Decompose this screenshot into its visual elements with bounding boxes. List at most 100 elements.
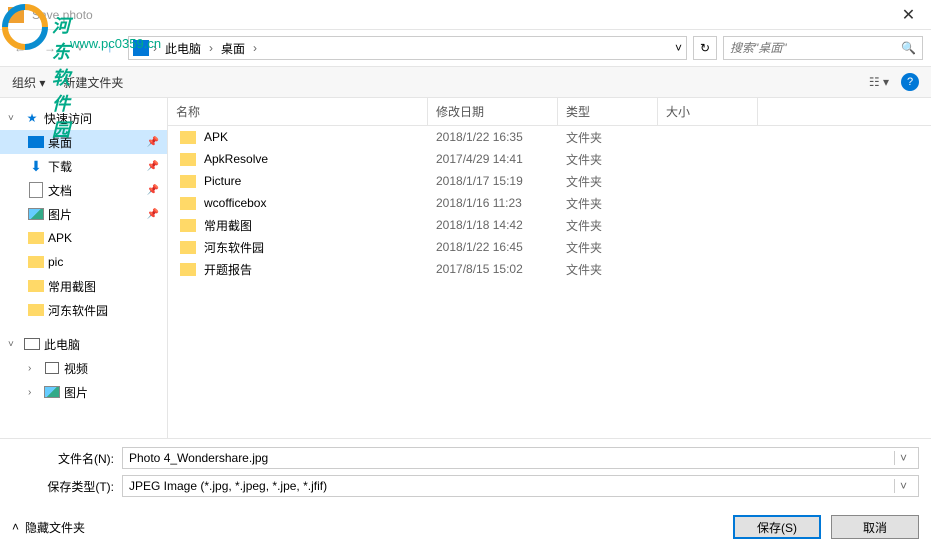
chevron-right-icon[interactable]: › (253, 41, 257, 55)
sidebar-item-screenshots[interactable]: 常用截图 (0, 274, 167, 298)
dropdown-icon[interactable]: ˅ (894, 451, 912, 465)
sidebar-item-hedong[interactable]: 河东软件园 (0, 298, 167, 322)
pin-icon: 📌 (147, 161, 159, 172)
column-size[interactable]: 大小 (658, 98, 758, 125)
folder-icon (180, 175, 196, 188)
recent-button[interactable]: ˅ (68, 36, 92, 60)
column-name[interactable]: 名称 (168, 98, 428, 125)
filename-input-wrap[interactable]: ˅ (122, 447, 919, 469)
file-type: 文件夹 (566, 151, 666, 168)
cancel-button[interactable]: 取消 (831, 515, 919, 539)
sidebar-item-pictures2[interactable]: › 图片 (0, 380, 167, 404)
file-date: 2017/8/15 15:02 (436, 262, 566, 276)
folder-icon (180, 219, 196, 232)
column-type[interactable]: 类型 (558, 98, 658, 125)
back-button[interactable]: ← (8, 36, 32, 60)
column-date[interactable]: 修改日期 (428, 98, 558, 125)
close-button[interactable]: ✕ (886, 0, 931, 30)
file-list-header: 名称 修改日期 类型 大小 (168, 98, 931, 126)
chevron-right-icon[interactable]: › (209, 41, 213, 55)
sidebar-label: 常用截图 (48, 278, 96, 295)
sidebar-item-desktop[interactable]: 桌面 📌 (0, 130, 167, 154)
file-name: 开题报告 (204, 261, 436, 278)
folder-icon (28, 256, 44, 268)
chevron-up-icon: ˄ (12, 520, 19, 534)
file-name: ApkResolve (204, 152, 436, 166)
expand-icon[interactable]: ˅ (8, 339, 20, 350)
folder-icon (180, 153, 196, 166)
action-bar: ˄ 隐藏文件夹 保存(S) 取消 (0, 515, 931, 551)
save-form: 文件名(N): ˅ 保存类型(T): JPEG Image (*.jpg, *.… (0, 438, 931, 515)
sidebar-item-thispc[interactable]: ˅ 此电脑 (0, 332, 167, 356)
sidebar-label: 此电脑 (44, 336, 80, 353)
window-title: Save photo (32, 8, 886, 22)
navbar: ← → ˅ ↑ › 此电脑 › 桌面 › ˅ ↻ 🔍 (0, 30, 931, 66)
up-button[interactable]: ↑ (98, 36, 122, 60)
folder-icon (180, 131, 196, 144)
file-list: 名称 修改日期 类型 大小 APK 2018/1/22 16:35 文件夹 Ap… (168, 98, 931, 438)
sidebar-label: 下载 (48, 158, 72, 175)
file-row[interactable]: 开题报告 2017/8/15 15:02 文件夹 (168, 258, 931, 280)
file-date: 2018/1/17 15:19 (436, 174, 566, 188)
save-button[interactable]: 保存(S) (733, 515, 821, 539)
filetype-select[interactable]: JPEG Image (*.jpg, *.jpeg, *.jpe, *.jfif… (122, 475, 919, 497)
app-icon (8, 7, 24, 23)
file-row[interactable]: APK 2018/1/22 16:35 文件夹 (168, 126, 931, 148)
sidebar-item-downloads[interactable]: ⬇ 下载 📌 (0, 154, 167, 178)
file-row[interactable]: 河东软件园 2018/1/22 16:45 文件夹 (168, 236, 931, 258)
sidebar-item-apk[interactable]: APK (0, 226, 167, 250)
file-row[interactable]: Picture 2018/1/17 15:19 文件夹 (168, 170, 931, 192)
sidebar-label: pic (48, 255, 63, 269)
video-icon (45, 362, 59, 374)
breadcrumb-pc[interactable]: 此电脑 (161, 40, 205, 57)
filename-label: 文件名(N): (12, 450, 122, 467)
expand-icon[interactable]: ˅ (8, 113, 20, 124)
file-type: 文件夹 (566, 195, 666, 212)
filetype-label: 保存类型(T): (12, 478, 122, 495)
newfolder-button[interactable]: 新建文件夹 (63, 74, 123, 91)
sidebar-label: 图片 (64, 384, 88, 401)
folder-icon (28, 232, 44, 244)
breadcrumb[interactable]: › 此电脑 › 桌面 › ˅ (128, 36, 687, 60)
file-name: 河东软件园 (204, 239, 436, 256)
file-type: 文件夹 (566, 173, 666, 190)
file-type: 文件夹 (566, 239, 666, 256)
sidebar-item-documents[interactable]: 文档 📌 (0, 178, 167, 202)
sidebar-item-quick[interactable]: ˅ ★ 快速访问 (0, 106, 167, 130)
dropdown-icon[interactable]: ˅ (894, 479, 912, 493)
filename-input[interactable] (129, 451, 894, 465)
file-name: wcofficebox (204, 196, 436, 210)
forward-button: → (38, 36, 62, 60)
hide-folders-button[interactable]: ˄ 隐藏文件夹 (12, 519, 85, 536)
breadcrumb-dropdown[interactable]: ˅ (675, 41, 682, 55)
refresh-button[interactable]: ↻ (693, 36, 717, 60)
sidebar: ˅ ★ 快速访问 桌面 📌 ⬇ 下载 📌 文档 📌 图片 📌 APK (0, 98, 168, 438)
file-type: 文件夹 (566, 261, 666, 278)
sidebar-item-pictures[interactable]: 图片 📌 (0, 202, 167, 226)
desktop-icon (28, 136, 44, 148)
sidebar-item-pic[interactable]: pic (0, 250, 167, 274)
expand-icon[interactable]: › (28, 363, 40, 374)
folder-icon (28, 304, 44, 316)
pin-icon: 📌 (147, 185, 159, 196)
picture-icon (28, 208, 44, 220)
view-button[interactable]: ☷ ▾ (869, 75, 889, 89)
sidebar-label: 图片 (48, 206, 72, 223)
file-row[interactable]: wcofficebox 2018/1/16 11:23 文件夹 (168, 192, 931, 214)
help-button[interactable]: ? (901, 73, 919, 91)
chevron-right-icon[interactable]: › (153, 41, 157, 55)
search-box[interactable]: 🔍 (723, 36, 923, 60)
filetype-value: JPEG Image (*.jpg, *.jpeg, *.jpe, *.jfif… (129, 479, 894, 493)
organize-button[interactable]: 组织 ▾ (12, 74, 45, 91)
search-icon[interactable]: 🔍 (901, 41, 916, 55)
expand-icon[interactable]: › (28, 387, 40, 398)
sidebar-item-videos[interactable]: › 视频 (0, 356, 167, 380)
file-type: 文件夹 (566, 217, 666, 234)
file-row[interactable]: ApkResolve 2017/4/29 14:41 文件夹 (168, 148, 931, 170)
file-row[interactable]: 常用截图 2018/1/18 14:42 文件夹 (168, 214, 931, 236)
star-icon: ★ (24, 110, 40, 126)
picture-icon (44, 386, 60, 398)
search-input[interactable] (730, 41, 901, 55)
breadcrumb-desktop[interactable]: 桌面 (217, 40, 249, 57)
file-date: 2018/1/16 11:23 (436, 196, 566, 210)
